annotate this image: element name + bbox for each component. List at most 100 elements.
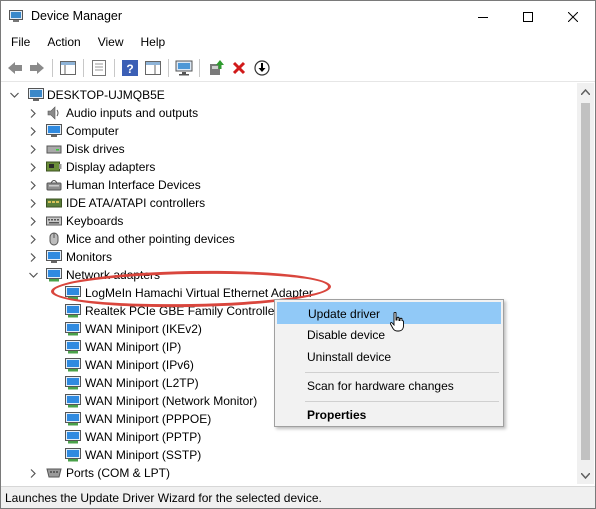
menu-file[interactable]: File [1,32,37,53]
tree-category-computer[interactable]: Computer [1,122,577,140]
disable-device-toolbar-button[interactable] [252,58,272,78]
chevron-right-icon[interactable] [28,212,38,230]
tree-category-human-interface-devices[interactable]: Human Interface Devices [1,176,577,194]
tree-item-label: WAN Miniport (IP) [85,340,182,354]
context-item-label: Disable device [307,328,386,342]
forward-button[interactable] [27,58,47,78]
tree-item-label: WAN Miniport (Network Monitor) [85,394,258,408]
network-adapter-icon [65,340,81,354]
network-adapter-icon [65,322,81,336]
close-button[interactable] [550,1,595,32]
context-disable-device[interactable]: Disable device [277,324,501,346]
tree-item-label: Human Interface Devices [66,178,201,192]
context-item-label: Uninstall device [307,350,392,364]
properties-toolbar-button[interactable] [89,58,109,78]
tree-root[interactable]: DESKTOP-UJMQB5E [1,86,577,104]
action-pane-icon [145,61,161,75]
show-hide-console-tree-button[interactable] [58,58,78,78]
down-arrow-circle-icon [254,60,270,76]
context-item-label: Scan for hardware changes [307,379,454,393]
chevron-down-icon[interactable] [28,266,38,284]
port-icon [46,466,62,480]
chevron-right-icon[interactable] [28,122,38,140]
svg-text:?: ? [126,62,133,76]
speaker-icon [46,106,62,120]
back-arrow-icon [8,62,22,74]
network-adapter-item[interactable]: WAN Miniport (SSTP) [1,446,577,464]
tree-item-label: Keyboards [66,214,124,228]
tree-item-label: Display adapters [66,160,156,174]
tree-category-ports[interactable]: Ports (COM & LPT) [1,464,577,482]
context-update-driver[interactable]: Update driver [277,302,501,324]
minimize-icon [477,16,488,18]
chevron-right-icon[interactable] [28,194,38,212]
scroll-up-button[interactable] [577,83,594,100]
toolbar-separator [83,59,84,77]
tree-item-label: LogMeIn Hamachi Virtual Ethernet Adapter [85,286,313,300]
chevron-right-icon[interactable] [28,248,38,266]
network-adapter-item[interactable]: WAN Miniport (PPTP) [1,428,577,446]
context-uninstall-device[interactable]: Uninstall device [277,346,501,368]
maximize-icon [522,11,533,22]
context-separator [305,372,499,373]
mouse-cursor-hand-icon [390,312,404,332]
tree-item-label: WAN Miniport (SSTP) [85,448,202,462]
computer-icon [46,124,62,138]
menu-action[interactable]: Action [37,32,87,53]
back-button[interactable] [5,58,25,78]
tree-item-label: WAN Miniport (PPPOE) [85,412,212,426]
chevron-right-icon[interactable] [28,104,38,122]
device-manager-window: Device Manager File Action View Help ? D… [0,0,596,509]
network-adapter-icon [65,448,81,462]
menu-bar: File Action View Help [1,32,595,53]
network-adapter-icon [65,394,81,408]
tree-item-label: WAN Miniport (PPTP) [85,430,202,444]
tree-category-audio-inputs-and-outputs[interactable]: Audio inputs and outputs [1,104,577,122]
maximize-button[interactable] [505,1,550,32]
scroll-thumb[interactable] [581,103,590,460]
help-icon: ? [122,60,138,76]
toolbar-separator [168,59,169,77]
tree-item-label: Realtek PCIe GBE Family Controller [85,304,279,318]
tree-category-network-adapters[interactable]: Network adapters [1,266,577,284]
hid-icon [46,178,62,192]
forward-arrow-icon [30,62,44,74]
disk-drive-icon [46,142,62,156]
action-pane-button[interactable] [143,58,163,78]
help-toolbar-button[interactable]: ? [120,58,140,78]
minimize-button[interactable] [460,1,505,32]
title-bar[interactable]: Device Manager [1,1,595,32]
device-manager-app-icon [9,10,23,22]
tree-category-mice-and-other-pointing-devices[interactable]: Mice and other pointing devices [1,230,577,248]
network-adapter-icon [65,412,81,426]
tree-category-display-adapters[interactable]: Display adapters [1,158,577,176]
chevron-right-icon[interactable] [28,140,38,158]
tree-category-disk-drives[interactable]: Disk drives [1,140,577,158]
menu-help[interactable]: Help [131,32,173,53]
tree-item-label: DESKTOP-UJMQB5E [47,88,165,102]
scroll-down-button[interactable] [577,467,594,484]
update-driver-toolbar-button[interactable] [206,58,226,78]
context-properties[interactable]: Properties [277,404,501,426]
chevron-right-icon[interactable] [28,158,38,176]
close-icon [567,11,578,22]
tree-item-label: Ports (COM & LPT) [66,466,171,480]
properties-sheet-icon [92,60,106,76]
update-driver-icon [210,60,224,75]
context-scan-hardware[interactable]: Scan for hardware changes [277,375,501,397]
tree-category-monitors[interactable]: Monitors [1,248,577,266]
tree-category-ide-ata-atapi-controllers[interactable]: IDE ATA/ATAPI controllers [1,194,577,212]
chevron-right-icon[interactable] [28,464,38,482]
tree-item-label: Mice and other pointing devices [66,232,235,246]
vertical-scrollbar[interactable] [577,83,594,484]
tree-category-keyboards[interactable]: Keyboards [1,212,577,230]
uninstall-toolbar-button[interactable] [229,58,249,78]
menu-view[interactable]: View [88,32,131,53]
status-bar: Launches the Update Driver Wizard for th… [1,486,595,508]
keyboard-icon [46,214,62,228]
chevron-down-icon[interactable] [9,86,19,104]
console-tree-icon [60,61,76,75]
chevron-right-icon[interactable] [28,176,38,194]
scan-hardware-button[interactable] [174,58,194,78]
chevron-right-icon[interactable] [28,230,38,248]
